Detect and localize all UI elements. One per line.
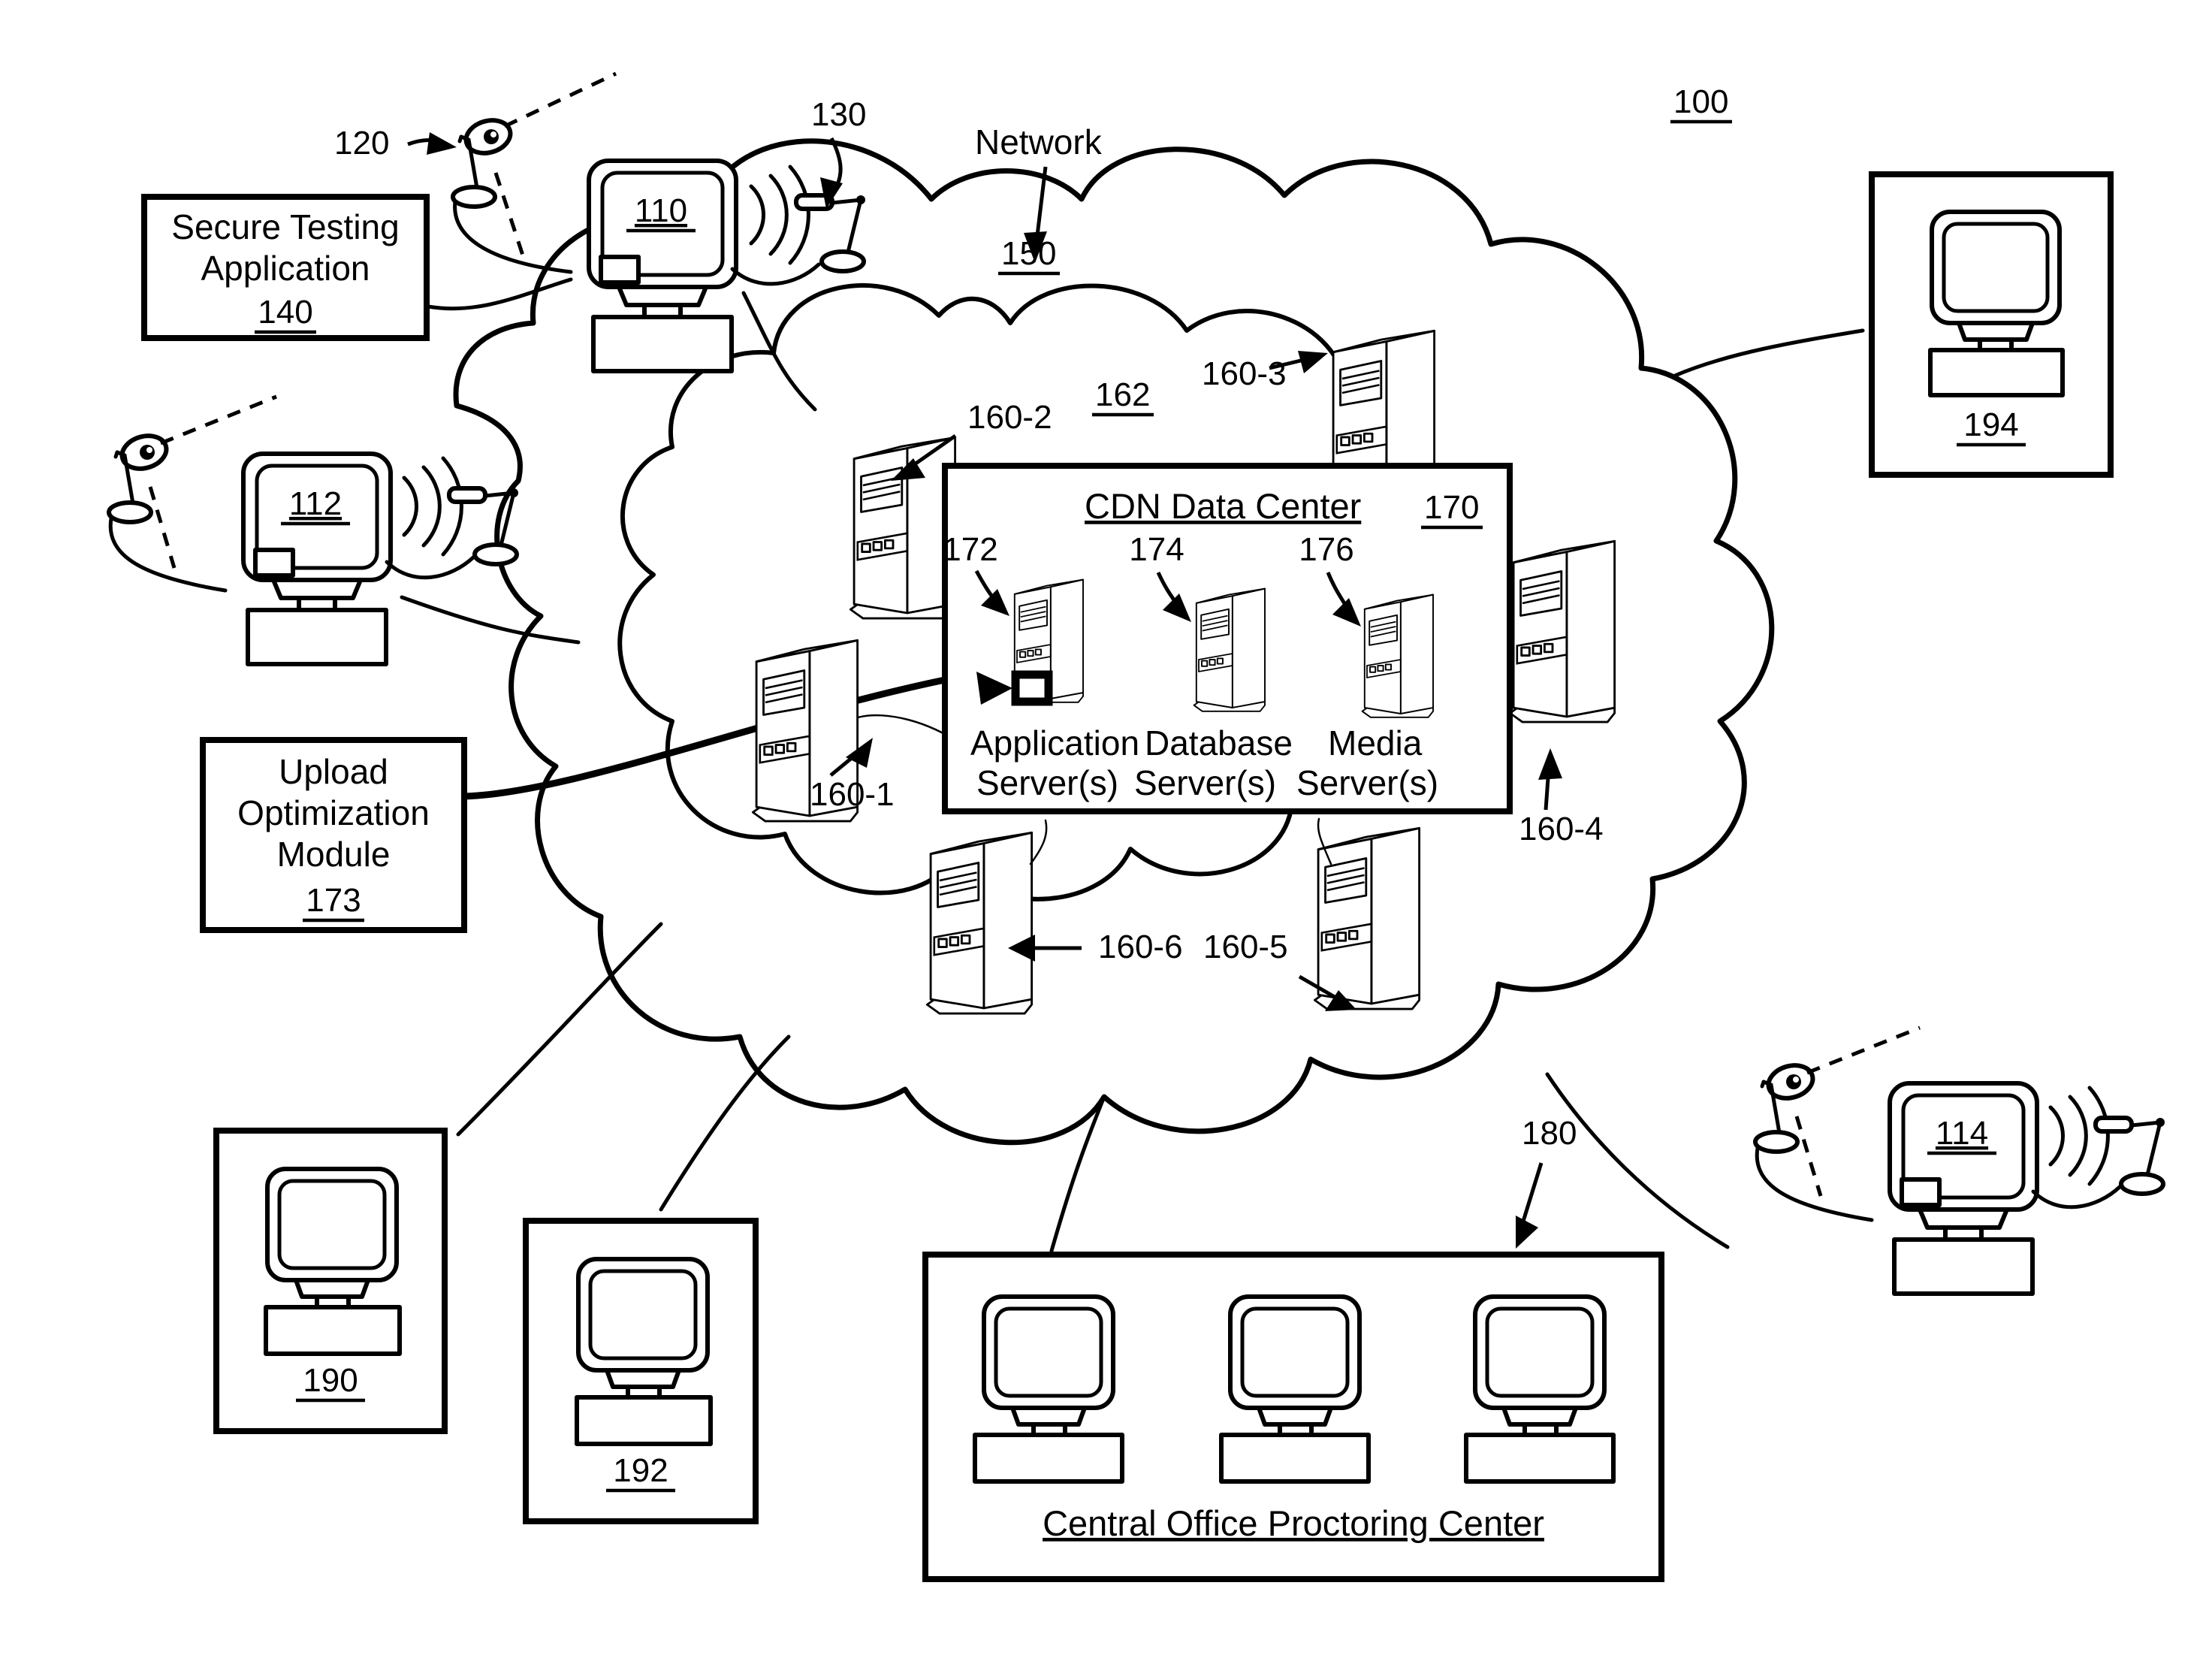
ref-160-3: 160-3 [1202,355,1287,392]
figure-canvas: 100 Network 150 162 Secure Testing Appli… [0,0,2212,1655]
proctoring-title: Central Office Proctoring Center [1043,1503,1544,1543]
ref-174: 174 [1129,531,1184,568]
ref-130: 130 [811,96,866,133]
ref-160-1: 160-1 [810,776,895,813]
ref-173: 173 [306,882,361,919]
upload-module-line2: Optimization [237,793,430,832]
ref-176: 176 [1299,531,1353,568]
ref-172: 172 [943,531,997,568]
ref-160-4: 160-4 [1519,811,1604,847]
terminal-190[interactable]: 190 [213,1128,448,1434]
proctor-monitor-2 [1219,1294,1371,1484]
ref-180: 180 [1522,1115,1577,1152]
cdn-title: CDN Data Center [1085,486,1361,526]
screen-ref-112: 112 [289,485,342,522]
terminal-194[interactable]: 194 [1869,171,2114,478]
ref-170: 170 [1424,489,1479,526]
ref-160-2: 160-2 [967,399,1052,436]
central-office-proctoring-center: Central Office Proctoring Center [922,1252,1664,1582]
cdn-app-line1: Application [970,723,1139,763]
ref-160-5: 160-5 [1203,929,1288,965]
inner-cloud-ref-group: 162 [1092,376,1154,417]
ref-190: 190 [303,1362,358,1399]
terminal-192[interactable]: 192 [523,1218,759,1524]
cdn-db-line1: Database [1145,723,1293,763]
upload-optimization-module-box: Upload Optimization Module 173 [200,737,467,933]
ref-192: 192 [613,1452,668,1489]
cdn-data-center-box: CDN Data Center 170 172 Application Serv… [942,463,1513,814]
upload-module-line1: Upload [279,752,388,791]
screen-ref-114: 114 [1936,1115,1988,1152]
cdn-media-line2: Server(s) [1296,763,1438,802]
cdn-media-line1: Media [1328,723,1423,763]
screen-ref-110: 110 [635,192,687,229]
ref-150: 150 [1001,235,1056,272]
ref-160-6: 160-6 [1098,929,1183,965]
cdn-db-line2: Server(s) [1134,763,1276,802]
monitor-icon-190 [264,1167,402,1356]
system-reference-100: 100 [1670,83,1732,124]
ref-194: 194 [1963,406,2018,443]
network-label: Network [975,122,1103,162]
secure-testing-line1: Secure Testing [171,207,399,246]
ref-162: 162 [1095,376,1150,413]
proctor-monitor-3 [1464,1294,1616,1484]
cdn-app-line2: Server(s) [976,763,1118,802]
proctor-monitor-1 [973,1294,1124,1484]
patent-figure: 100 Network 150 162 Secure Testing Appli… [0,0,2212,1655]
secure-testing-line2: Application [201,249,370,288]
ref-100: 100 [1673,83,1728,120]
monitor-icon-194 [1928,210,2065,397]
ref-140: 140 [258,294,312,331]
secure-testing-application-box: Secure Testing Application 140 [141,194,430,341]
monitor-icon-192 [575,1257,713,1446]
upload-module-line3: Module [277,835,391,874]
ref-120: 120 [334,125,389,162]
